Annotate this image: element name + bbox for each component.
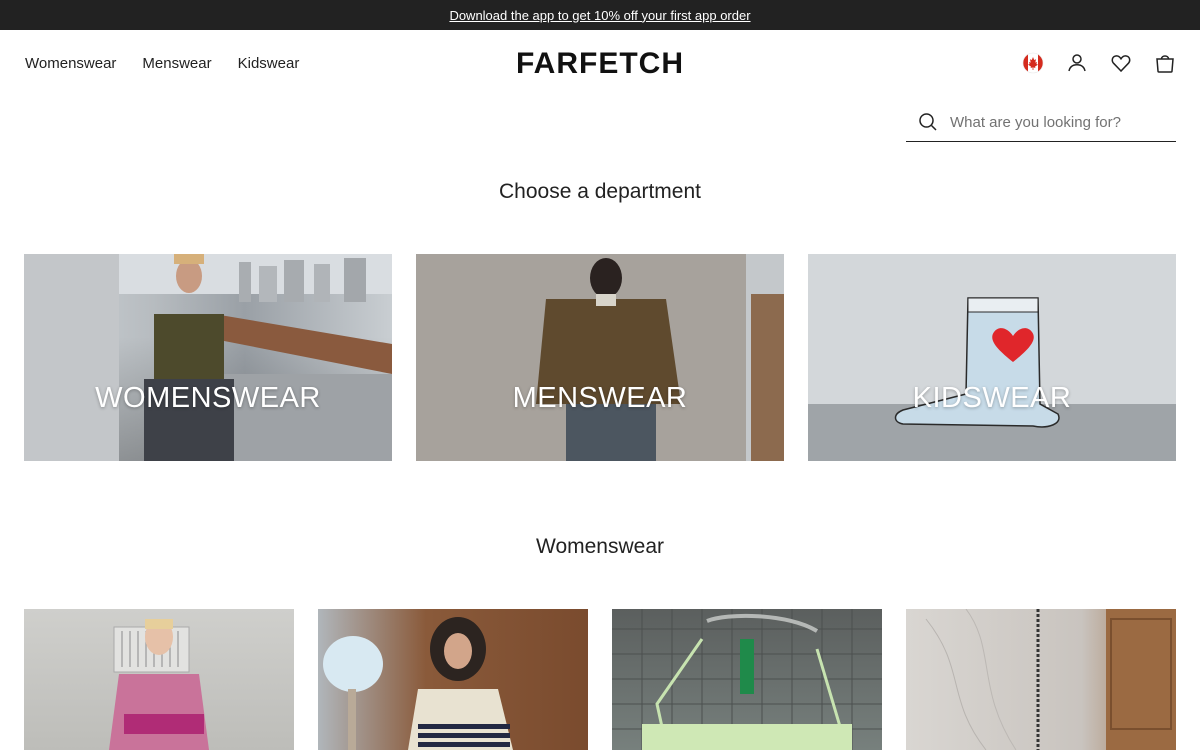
department-card-womenswear[interactable]: WOMENSWEAR	[24, 254, 392, 461]
womenswear-tile-4[interactable]	[906, 609, 1176, 750]
wishlist-heart-icon[interactable]	[1110, 52, 1132, 74]
promo-link[interactable]: Download the app to get 10% off your fir…	[449, 8, 750, 23]
site-header: Womenswear Menswear Kidswear FARFETCH	[0, 30, 1200, 98]
womenswear-image	[24, 254, 392, 461]
department-label-womenswear: WOMENSWEAR	[95, 382, 321, 414]
promo-bar: Download the app to get 10% off your fir…	[0, 0, 1200, 30]
kidswear-image	[808, 254, 1176, 461]
womenswear-tile-3-image	[612, 609, 882, 750]
brand-logo[interactable]: FARFETCH	[0, 47, 1200, 81]
womenswear-tile-2[interactable]	[318, 609, 588, 750]
womenswear-tile-2-image	[323, 617, 513, 750]
womenswear-tile-4-image	[925, 609, 1176, 750]
womenswear-tile-1[interactable]	[24, 609, 294, 750]
womenswear-section-title: Womenswear	[536, 535, 664, 558]
shopping-bag-icon[interactable]	[1154, 52, 1176, 74]
header-icons	[1022, 52, 1176, 74]
womenswear-tile-3[interactable]	[612, 609, 882, 750]
account-icon[interactable]	[1066, 52, 1088, 74]
menswear-image	[416, 254, 784, 461]
canada-flag-icon[interactable]	[1022, 52, 1044, 74]
department-card-kidswear[interactable]: KIDSWEAR	[808, 254, 1176, 461]
department-label-menswear: MENSWEAR	[512, 382, 688, 414]
search-bar	[906, 103, 1176, 142]
womenswear-tile-1-image	[109, 619, 209, 750]
search-icon[interactable]	[918, 111, 940, 133]
department-card-menswear[interactable]: MENSWEAR	[416, 254, 784, 461]
search-input[interactable]	[950, 113, 1170, 131]
department-section-title: Choose a department	[499, 180, 701, 203]
department-label-kidswear: KIDSWEAR	[912, 382, 1072, 414]
